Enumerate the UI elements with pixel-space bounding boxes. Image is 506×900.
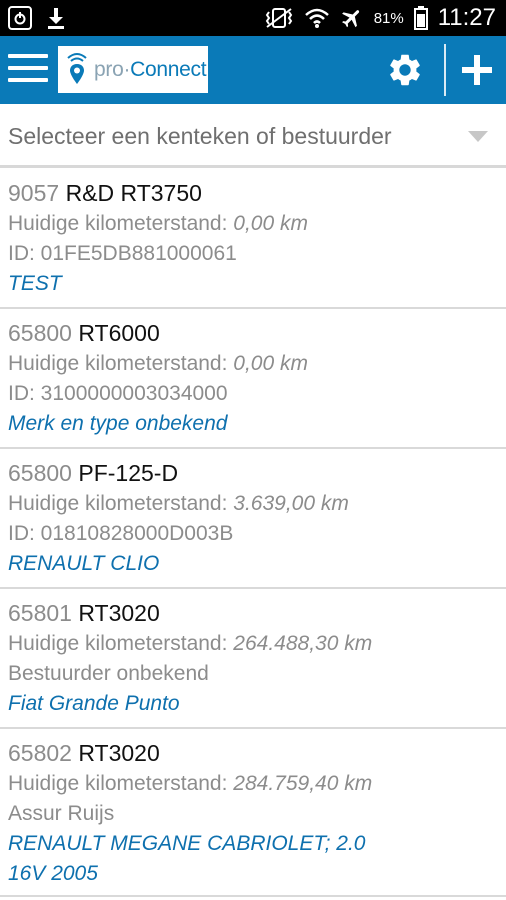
status-bar-right: 81% 11:27 — [264, 0, 496, 36]
wifi-icon — [304, 8, 329, 28]
logo-name: Connect — [130, 57, 207, 81]
vehicle-model: Fiat Grande Punto — [8, 692, 180, 715]
license-plate: RT3020 — [78, 740, 160, 766]
item-info: ID: 01810828000D003B — [8, 522, 234, 545]
vehicle-list: 9057 R&D RT3750 Huidige kilometerstand: … — [0, 169, 506, 897]
odometer-row: Huidige kilometerstand: 284.759,40 km — [8, 769, 498, 799]
location-pin-icon — [67, 52, 87, 84]
item-title: 65800 PF-125-D — [8, 457, 498, 489]
item-title: 65801 RT3020 — [8, 597, 498, 629]
vibrate-icon — [265, 8, 292, 28]
odometer-row: Huidige kilometerstand: 0,00 km — [8, 349, 498, 379]
vehicle-number: 9057 — [8, 180, 60, 206]
odometer-value: 0,00 km — [233, 352, 308, 375]
clock: 11:27 — [437, 4, 496, 31]
license-plate: RT3020 — [78, 600, 160, 626]
list-item[interactable]: 65802 RT3020 Huidige kilometerstand: 284… — [0, 729, 506, 897]
battery-icon — [413, 6, 428, 30]
status-bar-left — [8, 6, 66, 30]
vehicle-model: TEST — [8, 272, 62, 295]
gear-icon[interactable] — [386, 51, 424, 89]
item-info: ID: 01FE5DB881000061 — [8, 242, 237, 265]
license-plate: R&D RT3750 — [65, 180, 202, 206]
plus-icon[interactable] — [455, 46, 499, 94]
menu-icon[interactable] — [8, 54, 48, 84]
download-icon — [48, 8, 64, 29]
status-bar: 81% 11:27 — [0, 0, 506, 36]
odometer-label: Huidige kilometerstand: — [8, 352, 228, 375]
chevron-down-icon[interactable] — [468, 131, 488, 142]
odometer-label: Huidige kilometerstand: — [8, 212, 228, 235]
vehicle-model: RENAULT MEGANE CABRIOLET; 2.0 16V 2005 — [8, 832, 366, 885]
vehicle-number: 65800 — [8, 460, 72, 486]
odometer-label: Huidige kilometerstand: — [8, 772, 228, 795]
list-item[interactable]: 65800 RT6000 Huidige kilometerstand: 0,0… — [0, 309, 506, 449]
selector-placeholder: Selecteer een kenteken of bestuurder — [8, 123, 392, 149]
screenshot-icon — [8, 6, 32, 30]
app-logo: pro·Connect — [58, 46, 208, 93]
list-item[interactable]: 9057 R&D RT3750 Huidige kilometerstand: … — [0, 169, 506, 309]
odometer-label: Huidige kilometerstand: — [8, 492, 228, 515]
odometer-row: Huidige kilometerstand: 264.488,30 km — [8, 629, 498, 659]
logo-prefix: pro· — [94, 57, 131, 81]
odometer-value: 3.639,00 km — [233, 492, 349, 515]
odometer-value: 264.488,30 km — [233, 632, 373, 655]
battery-percent: 81% — [373, 9, 404, 27]
vehicle-number: 65800 — [8, 320, 72, 346]
license-plate: RT6000 — [78, 320, 160, 346]
app-bar: pro·Connect — [0, 36, 506, 104]
odometer-value: 0,00 km — [233, 212, 308, 235]
item-title: 9057 R&D RT3750 — [8, 177, 498, 209]
logo-text: pro·Connect — [94, 57, 207, 82]
vehicle-number: 65801 — [8, 600, 72, 626]
odometer-row: Huidige kilometerstand: 0,00 km — [8, 209, 498, 239]
item-info: Assur Ruijs — [8, 802, 115, 825]
item-title: 65800 RT6000 — [8, 317, 498, 349]
odometer-value: 284.759,40 km — [233, 772, 373, 795]
item-title: 65802 RT3020 — [8, 737, 498, 769]
item-info: ID: 3100000003034000 — [8, 382, 228, 405]
odometer-label: Huidige kilometerstand: — [8, 632, 228, 655]
item-info: Bestuurder onbekend — [8, 662, 209, 685]
list-item[interactable]: 65801 RT3020 Huidige kilometerstand: 264… — [0, 589, 506, 729]
app-bar-divider — [444, 44, 446, 96]
airplane-icon — [341, 10, 359, 28]
vehicle-driver-selector[interactable]: Selecteer een kenteken of bestuurder — [0, 104, 506, 168]
license-plate: PF-125-D — [78, 460, 179, 486]
vehicle-number: 65802 — [8, 740, 72, 766]
odometer-row: Huidige kilometerstand: 3.639,00 km — [8, 489, 498, 519]
list-item[interactable]: 65800 PF-125-D Huidige kilometerstand: 3… — [0, 449, 506, 589]
vehicle-model: RENAULT CLIO — [8, 552, 160, 575]
vehicle-model: Merk en type onbekend — [8, 412, 228, 435]
